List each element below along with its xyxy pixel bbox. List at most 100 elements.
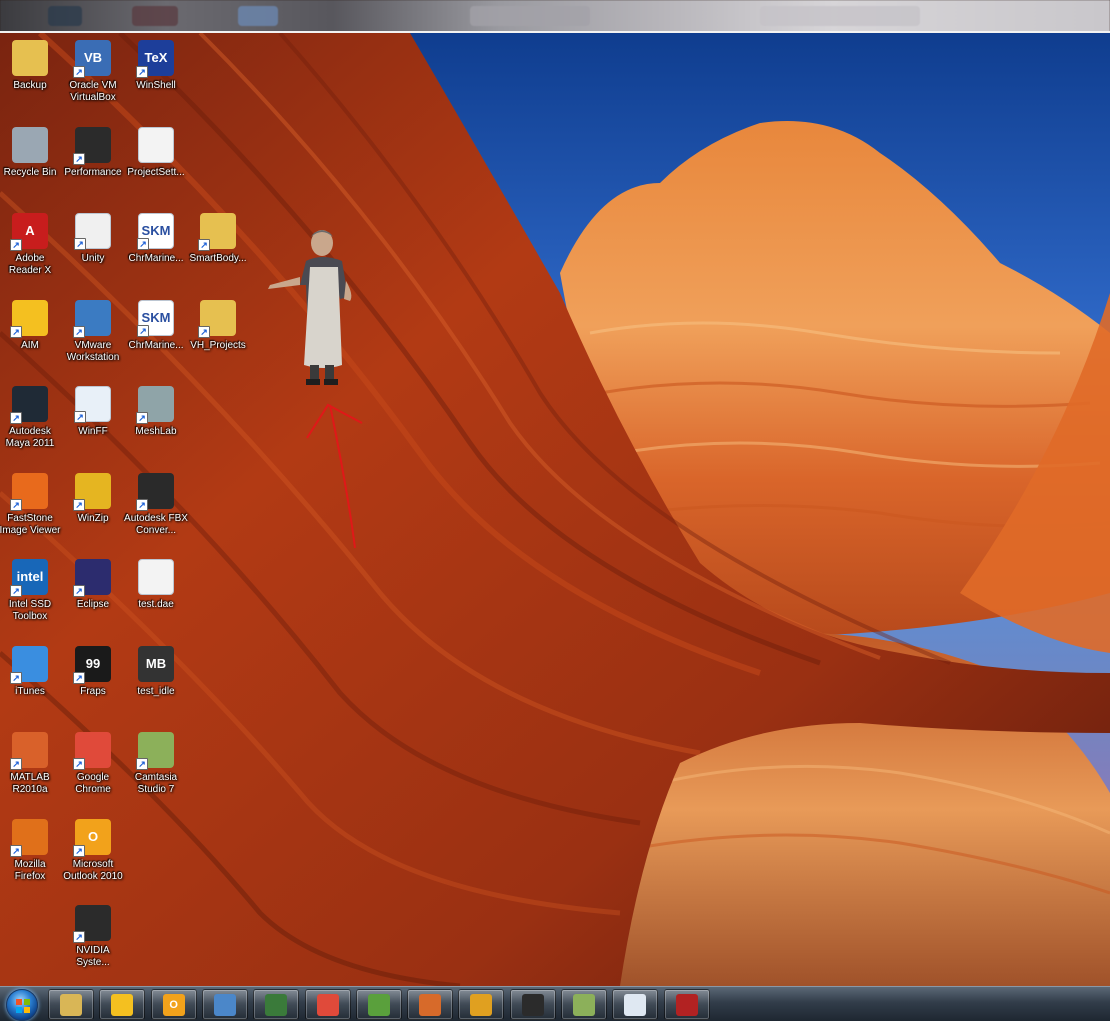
desktop-icon-label: SmartBody... [189,253,247,264]
intel-icon: intel ↗ [10,559,48,597]
desktop-icon[interactable]: test.dae [124,559,188,611]
desktop-icon[interactable]: ↗ Google Chrome [61,732,125,796]
desktop-icon-label: Performance [64,166,122,178]
desktop-icon[interactable]: Backup [0,40,62,92]
taskbar-nvidia-button[interactable] [509,989,556,1020]
icon-glyph: SKM [141,223,171,238]
desktop-icon[interactable]: ↗ Unity [61,213,125,265]
icon-glyph: VB [83,50,103,65]
meshlab-icon: ↗ [136,386,174,424]
blurred-window-titlebar [0,0,1110,32]
taskbar-chrome-button[interactable] [304,989,351,1020]
document-icon [138,559,174,595]
aim-icon [111,993,134,1016]
fbx-converter-icon: ↗ [136,472,174,511]
desktop-icon[interactable]: MB test_idle [124,645,188,698]
shortcut-arrow-icon: ↗ [73,585,85,597]
shortcut-arrow-icon: ↗ [10,412,22,424]
desktop-icon[interactable]: ↗ VH_Projects [186,299,250,352]
desktop-icon-label: WinFF [78,426,108,437]
taskbar-window-button[interactable] [612,989,659,1020]
taskbar-app-button[interactable] [407,989,454,1020]
nvidia-performance-icon [265,993,288,1016]
desktop-icon[interactable]: ↗ Eclipse [61,559,125,611]
folder-library-icon [60,993,82,1016]
desktop-icon-label: MeshLab [135,426,177,437]
blurred-tab [48,6,82,26]
desktop-icon[interactable]: TeX ↗ WinShell [124,40,188,92]
maya-icon: ↗ [10,386,48,424]
recorder-icon [675,993,698,1016]
desktop-icon[interactable]: ↗ iTunes [0,645,62,698]
shortcut-arrow-icon: ↗ [136,412,148,424]
blurred-tab [470,6,590,26]
chrome-icon: ↗ [73,732,111,770]
desktop-icon-label: Eclipse [76,599,110,610]
desktop-icon[interactable]: ↗ WinZip [61,472,125,525]
character-figure [262,225,362,395]
window-icon [624,993,647,1016]
start-button[interactable] [6,989,38,1021]
desktop-icon-label: NVIDIA Syste... [76,945,110,968]
taskbar-outlook-button[interactable]: O [150,989,197,1020]
desktop-icon[interactable]: ↗ Camtasia Studio 7 [124,732,188,796]
icon-glyph: A [25,223,35,238]
desktop-icon[interactable]: ↗ Autodesk Maya 2011 [0,386,62,450]
desktop-icon-label: test.dae [138,599,174,610]
document-icon [138,126,174,163]
desktop-icon[interactable]: ProjectSett... [124,126,188,179]
adobe-reader-icon: A ↗ [10,213,48,251]
taskbar-glyph: O [169,998,178,1011]
taskbar-windows-button[interactable] [458,989,505,1020]
tex-icon: TeX ↗ [136,40,174,78]
eclipse-icon: ↗ [73,559,111,597]
desktop-icon-label: WinShell [136,80,176,91]
nvidia-system-icon [521,993,544,1016]
desktop-icon[interactable]: ↗ NVIDIA Syste... [61,905,125,969]
desktop-icon[interactable]: ↗ VMware Workstation [61,299,125,364]
desktop-icon-label: Unity [81,253,105,264]
shortcut-arrow-icon: ↗ [73,152,85,165]
camtasia-icon [573,993,595,1016]
taskbar-aim-button[interactable] [99,989,146,1020]
desktop-icon-label: AIM [21,339,39,351]
desktop-icon[interactable]: ↗ MeshLab [124,386,188,438]
desktop-icon-label: Microsoft Outlook 2010 [63,858,123,882]
desktop-icon[interactable]: ↗ Autodesk FBX Conver... [124,472,188,537]
desktop-icon[interactable]: intel ↗ Intel SSD Toolbox [0,559,62,623]
faststone-icon: ↗ [10,472,48,511]
desktop-icon-label: Camtasia Studio 7 [134,772,178,795]
shortcut-arrow-icon: ↗ [10,498,22,511]
taskbar-editor-button[interactable] [355,989,402,1020]
desktop-icon[interactable]: ↗ Mozilla Firefox [0,818,62,883]
desktop-icon[interactable]: O ↗ Microsoft Outlook 2010 [61,818,125,883]
taskbar-explorer-button[interactable] [48,989,94,1020]
icon-glyph: MB [145,655,167,671]
shortcut-arrow-icon: ↗ [10,239,22,251]
desktop-icon-label: Adobe Reader X [8,253,52,276]
icon-glyph: intel [16,569,44,584]
taskbar-performance-button[interactable] [253,989,300,1020]
desktop-icon[interactable]: ↗ FastStone Image Viewer [0,472,62,537]
desktop-icon[interactable]: ↗ WinFF [61,386,125,438]
desktop-icon[interactable]: 99 ↗ Fraps [61,645,125,698]
desktop-icon-label: Fraps [80,685,106,697]
desktop-icon-label: FastStone Image Viewer [0,512,61,536]
desktop-icon-label: Autodesk Maya 2011 [5,426,55,449]
desktop-icon[interactable]: ↗ AIM [0,299,62,352]
sk-file-icon: SKM ↗ [137,299,174,337]
desktop-icon[interactable]: SKM ↗ ChrMarine... [124,213,188,265]
taskbar: O [0,986,1110,1021]
taskbar-camtasia-button[interactable] [561,989,607,1020]
winzip-icon: ↗ [73,472,111,511]
desktop-icon[interactable]: VB ↗ Oracle VM VirtualBox [61,40,125,104]
desktop-icon[interactable]: SKM ↗ ChrMarine... [124,299,188,352]
desktop-icon[interactable]: ↗ Performance [61,126,125,179]
taskbar-network-button[interactable] [201,989,248,1020]
shortcut-arrow-icon: ↗ [10,671,22,684]
desktop-icon[interactable]: Recycle Bin [0,126,62,179]
taskbar-recorder-button[interactable] [663,989,710,1020]
desktop-icon[interactable]: A ↗ Adobe Reader X [0,213,62,277]
desktop-icon[interactable]: ↗ SmartBody... [186,213,250,265]
desktop-icon[interactable]: ↗ MATLAB R2010a [0,732,62,796]
